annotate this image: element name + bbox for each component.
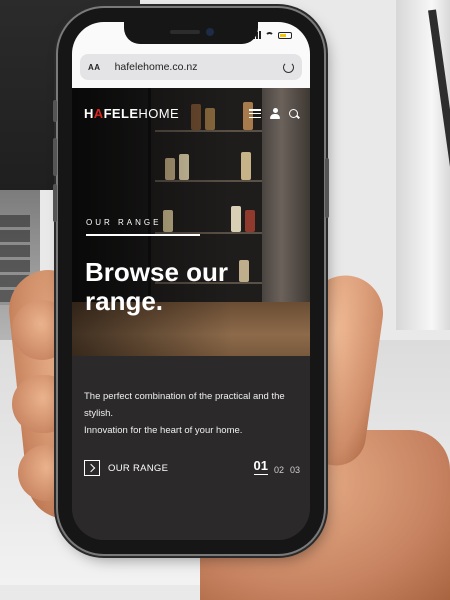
phone-notch xyxy=(124,22,258,44)
url-text[interactable]: hafelehome.co.nz xyxy=(115,61,283,73)
mute-switch xyxy=(53,100,57,122)
battery-icon xyxy=(278,31,292,39)
pager-item-01[interactable]: 01 xyxy=(253,458,268,475)
user-icon[interactable] xyxy=(270,108,280,119)
phone-screen: AA hafelehome.co.nz HAFELEHOME OUR RANGE… xyxy=(72,22,310,540)
wifi-icon xyxy=(265,31,274,39)
hero-description: The perfect combination of the practical… xyxy=(84,388,300,439)
background-lamp xyxy=(396,0,450,330)
slide-pager: 01 02 03 xyxy=(253,458,300,475)
hero-title: Browse our range. xyxy=(85,257,229,316)
volume-up-button xyxy=(53,138,57,176)
pager-item-02[interactable]: 02 xyxy=(274,465,284,475)
search-icon[interactable] xyxy=(289,109,298,118)
our-range-button[interactable]: OUR RANGE xyxy=(84,460,168,476)
reload-icon[interactable] xyxy=(283,61,294,73)
header-actions xyxy=(249,108,298,119)
logo-home: HOME xyxy=(138,106,180,121)
hero-eyebrow: OUR RANGE xyxy=(86,218,162,227)
power-button xyxy=(325,158,329,218)
speaker-grille xyxy=(170,30,200,34)
logo-brand: HAFELE xyxy=(84,106,139,121)
eyebrow-underline xyxy=(86,234,200,236)
info-panel: The perfect combination of the practical… xyxy=(72,356,310,540)
pager-item-03[interactable]: 03 xyxy=(290,465,300,475)
description-line-1: The perfect combination of the practical… xyxy=(84,391,285,419)
browser-toolbar: AA hafelehome.co.nz xyxy=(72,48,310,88)
volume-down-button xyxy=(53,184,57,222)
chevron-right-icon xyxy=(84,460,100,476)
description-line-2: Innovation for the heart of your home. xyxy=(84,425,243,436)
our-range-label: OUR RANGE xyxy=(108,462,169,474)
front-camera xyxy=(206,28,214,36)
site-header: HAFELEHOME xyxy=(72,98,310,128)
text-size-button[interactable]: AA xyxy=(88,63,101,72)
smartphone: AA hafelehome.co.nz HAFELEHOME OUR RANGE… xyxy=(53,8,329,554)
menu-icon[interactable] xyxy=(249,109,261,118)
address-bar[interactable]: AA hafelehome.co.nz xyxy=(80,54,302,80)
site-logo[interactable]: HAFELEHOME xyxy=(84,106,179,121)
